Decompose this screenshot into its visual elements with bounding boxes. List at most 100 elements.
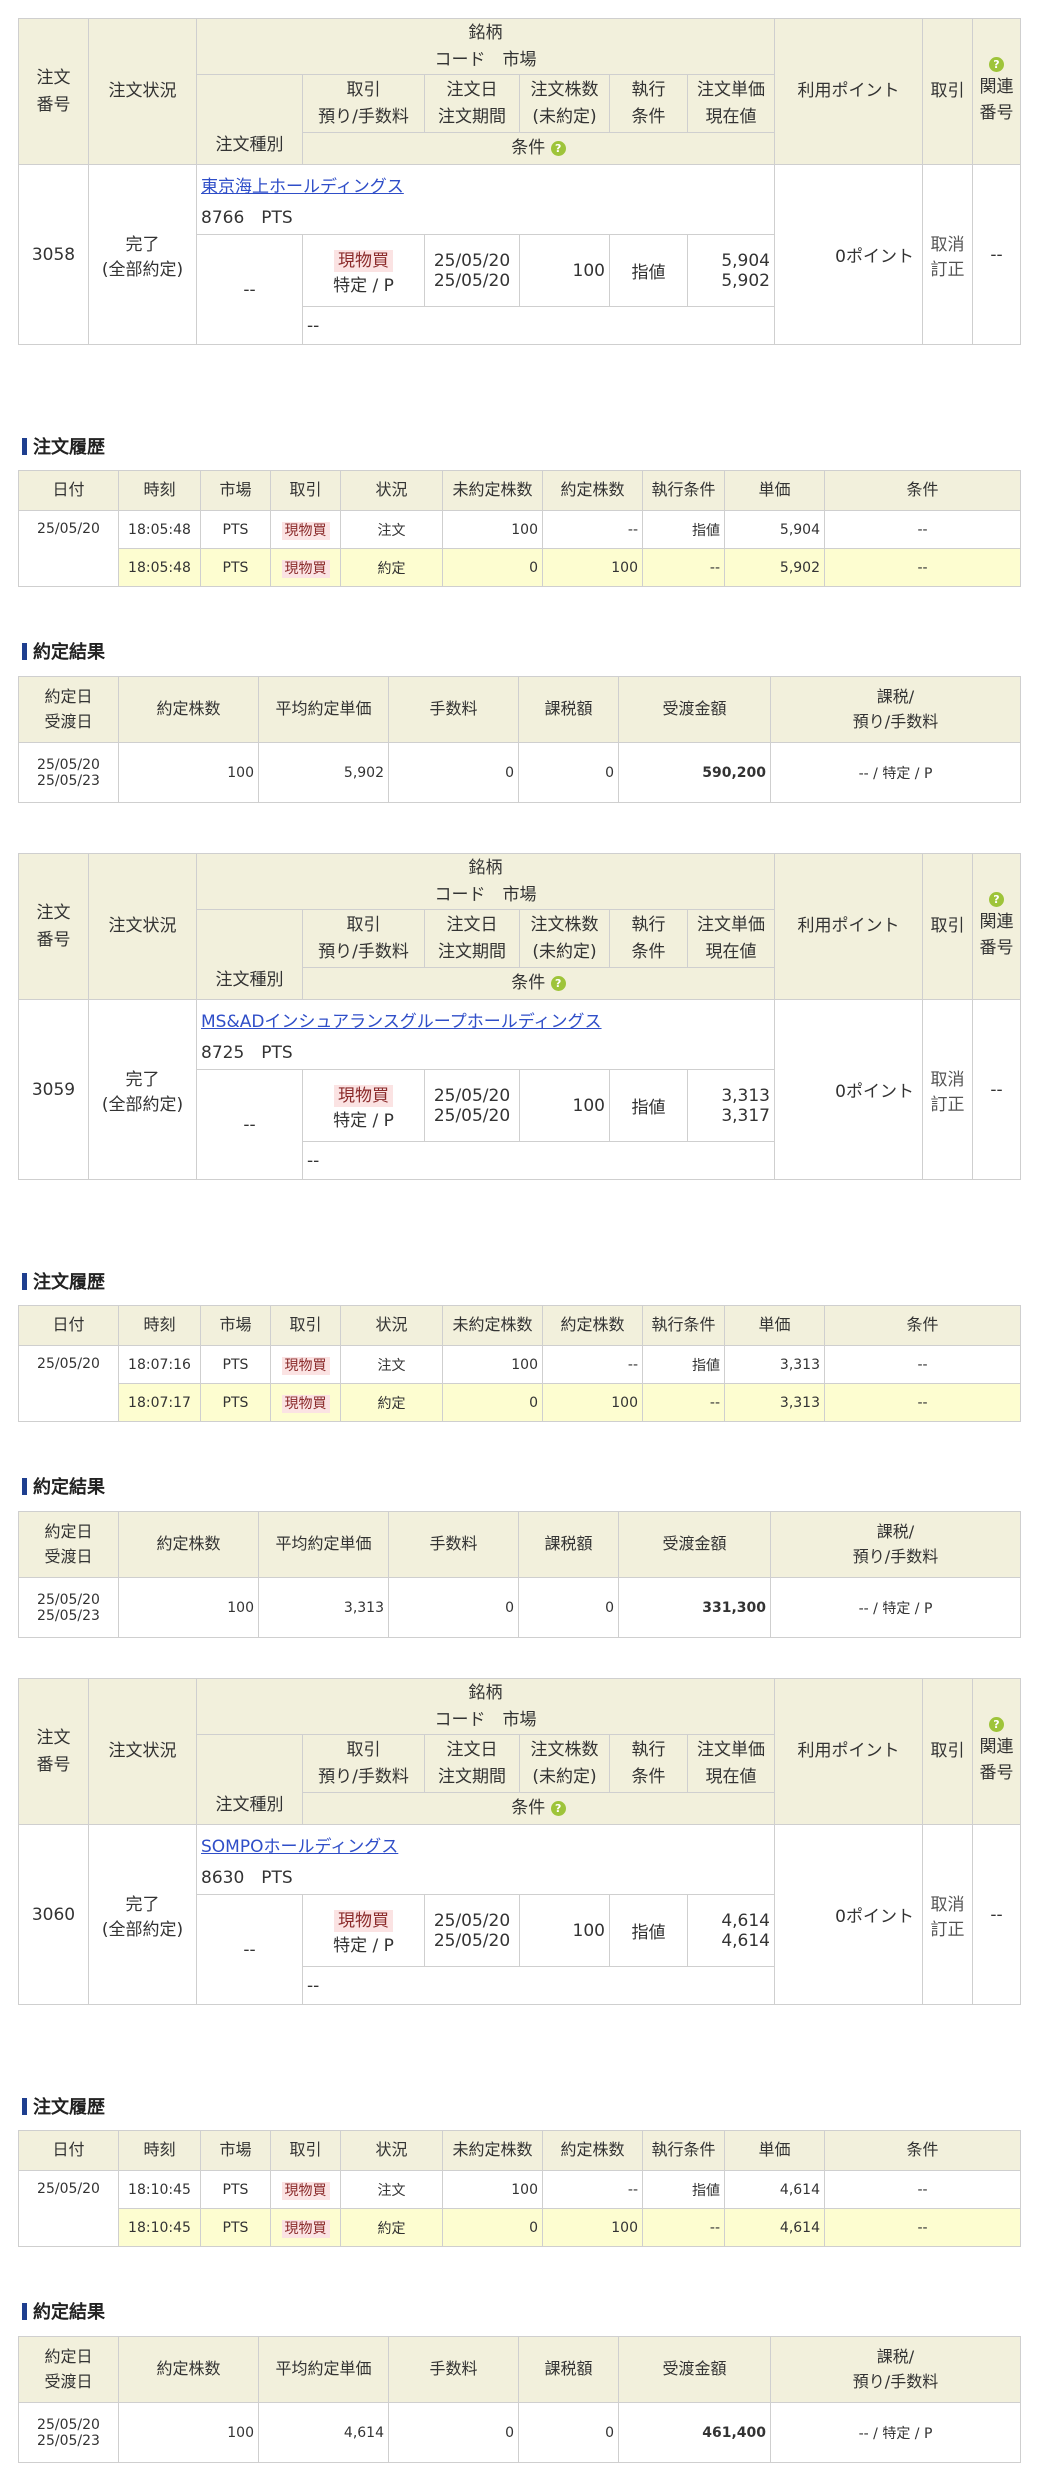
modify-link[interactable]: 訂正 — [927, 255, 968, 280]
history-header-row: 日付 時刻 市場 取引 状況 未約定株数 約定株数 執行条件 単価 条件 — [18, 1305, 1021, 1346]
result-col-header: 受渡金額 — [618, 2336, 771, 2403]
history-condition: -- — [824, 548, 1021, 587]
order-date: 25/05/20 — [433, 250, 511, 271]
history-time: 18:07:17 — [118, 1383, 201, 1422]
order-row: 3060 完了 (全部約定) SOMPOホールディングス 8630 PTS 0ポイント 取消… — [18, 1824, 1021, 2005]
col-trade-fee: 取引 預り/手数料 — [302, 74, 425, 133]
cancel-link[interactable]: 取消 — [927, 1065, 968, 1090]
order-row: 3059 完了 (全部約定) MS&ADインシュアランスグループホールディングス 872… — [18, 999, 1021, 1180]
trade-type-cell: 現物買 特定 / P — [302, 1894, 425, 1967]
related-number: -- — [972, 164, 1021, 345]
stock-code-market: 8725 PTS — [201, 1042, 293, 1063]
section-title-text: 注文履歴 — [33, 2097, 105, 2118]
history-row: 25/05/20 18:07:16 PTS 現物買 注文 100 -- 指値 3,313 -- — [18, 1345, 1021, 1422]
col-order-type: 注文種別 — [196, 909, 303, 1000]
history-col-header: 約定株数 — [542, 1305, 643, 1346]
result-col-header: 課税額 — [518, 2336, 619, 2403]
result-col-header: 平均約定単価 — [258, 2336, 389, 2403]
order-detail-page: 注文 番号 注文状況 銘柄 コード 市場 利用ポイント 取引? 関連 番号 注文種別 取引 預り/手数… — [0, 0, 1046, 2468]
result-col-header: 平均約定単価 — [258, 676, 389, 743]
col-condition-label: 条件 — [511, 973, 546, 994]
history-col-header: 取引 — [270, 470, 341, 511]
modify-link[interactable]: 訂正 — [927, 1915, 968, 1940]
section-marker — [22, 1273, 27, 1290]
col-condition-label: 条件 — [511, 138, 546, 159]
order-header-row: 注文 番号 注文状況 銘柄 コード 市場 利用ポイント 取引? 関連 番号 — [18, 853, 1021, 1000]
order-date-cell: 25/05/20 25/05/20 — [424, 1069, 520, 1142]
settle-date: 25/05/23 — [37, 772, 100, 789]
col-stock: 銘柄 コード 市場 — [196, 1678, 775, 1735]
history-exec: -- — [642, 1383, 725, 1422]
cancel-link[interactable]: 取消 — [927, 230, 968, 255]
stock-cell: SOMPOホールディングス 8630 PTS — [196, 1824, 775, 1895]
order-period: 25/05/20 — [433, 1105, 511, 1126]
history-col-header: 取引 — [270, 2130, 341, 2171]
result-col-header: 受渡金額 — [618, 1511, 771, 1578]
stock-name-link[interactable]: SOMPOホールディングス — [201, 1837, 398, 1857]
stock-code-market: 8766 PTS — [201, 207, 293, 228]
trade-type-tag: 現物買 — [334, 1909, 393, 1932]
result-col-header: 平均約定単価 — [258, 1511, 389, 1578]
history-filled: -- — [542, 510, 643, 549]
history-filled: 100 — [542, 2208, 643, 2247]
col-status: 注文状況 — [88, 18, 197, 165]
col-stock: 銘柄 コード 市場 — [196, 18, 775, 75]
trade-actions: 取消 訂正 — [922, 999, 973, 1180]
history-col-header: 時刻 — [118, 2130, 201, 2171]
history-unfilled: 100 — [442, 510, 543, 549]
order-history-table: 日付 時刻 市場 取引 状況 未約定株数 約定株数 執行条件 単価 条件 25/05/20 18:10… — [18, 2130, 1021, 2247]
col-condition: 条件 ? — [302, 132, 775, 165]
history-col-header: 条件 — [824, 470, 1021, 511]
order-condition: -- — [302, 1966, 775, 2005]
col-order-type: 注文種別 — [196, 74, 303, 165]
history-market: PTS — [200, 1345, 271, 1384]
result-col-header: 約定日 受渡日 — [18, 676, 119, 743]
history-col-header: 単価 — [724, 470, 825, 511]
result-dates: 25/05/20 25/05/23 — [18, 2402, 119, 2463]
history-time: 18:10:45 — [118, 2208, 201, 2247]
history-col-header: 執行条件 — [642, 470, 725, 511]
history-price: 5,904 — [724, 510, 825, 549]
history-price: 3,313 — [724, 1383, 825, 1422]
result-account: -- / 特定 / P — [770, 2402, 1021, 2463]
history-date: 25/05/20 — [18, 1345, 119, 1422]
result-col-header: 手数料 — [388, 2336, 519, 2403]
help-icon[interactable]: ? — [989, 56, 1004, 72]
history-condition: -- — [824, 1383, 1021, 1422]
related-number: -- — [972, 1824, 1021, 2005]
history-col-header: 市場 — [200, 1305, 271, 1346]
price-cell: 4,614 4,614 — [687, 1894, 775, 1967]
order-date: 25/05/20 — [433, 1910, 511, 1931]
result-avg-price: 5,902 — [258, 742, 389, 803]
col-related: ? 関連 番号 — [972, 853, 1021, 1000]
result-amount: 331,300 — [618, 1577, 771, 1638]
order-table: 注文 番号 注文状況 銘柄 コード 市場 利用ポイント 取引? 関連 番号 注文種別 取引 預り/手数… — [18, 853, 1021, 1180]
stock-name-link[interactable]: 東京海上ホールディングス — [201, 177, 404, 197]
result-col-header: 課税/預り/手数料 — [770, 2336, 1021, 2403]
section-title-text: 約定結果 — [33, 1477, 105, 1498]
modify-link[interactable]: 訂正 — [927, 1090, 968, 1115]
col-stock-label: 銘柄 — [468, 23, 503, 44]
history-unfilled: 0 — [442, 2208, 543, 2247]
cancel-link[interactable]: 取消 — [927, 1890, 968, 1915]
history-trade-tag: 現物買 — [281, 521, 330, 540]
help-icon[interactable]: ? — [550, 140, 566, 156]
history-status: 約定 — [340, 548, 443, 587]
help-icon[interactable]: ? — [550, 975, 566, 991]
col-code-market-label: コード 市場 — [434, 884, 537, 905]
col-date-period: 注文日 注文期間 — [424, 74, 520, 133]
order-type: -- — [196, 1069, 303, 1180]
col-points: 利用ポイント — [774, 18, 923, 165]
order-qty: 100 — [519, 1894, 610, 1967]
trade-type-cell: 現物買 特定 / P — [302, 1069, 425, 1142]
history-price: 4,614 — [724, 2170, 825, 2209]
history-filled: 100 — [542, 548, 643, 587]
help-icon[interactable]: ? — [989, 891, 1004, 907]
result-col-header: 手数料 — [388, 1511, 519, 1578]
section-title-history: 注文履歴 — [22, 1268, 105, 1294]
stock-name-link[interactable]: MS&ADインシュアランスグループホールディングス — [201, 1012, 602, 1032]
help-icon[interactable]: ? — [989, 1716, 1004, 1732]
result-fee: 0 — [388, 1577, 519, 1638]
col-date-period: 注文日 注文期間 — [424, 909, 520, 968]
help-icon[interactable]: ? — [550, 1800, 566, 1816]
